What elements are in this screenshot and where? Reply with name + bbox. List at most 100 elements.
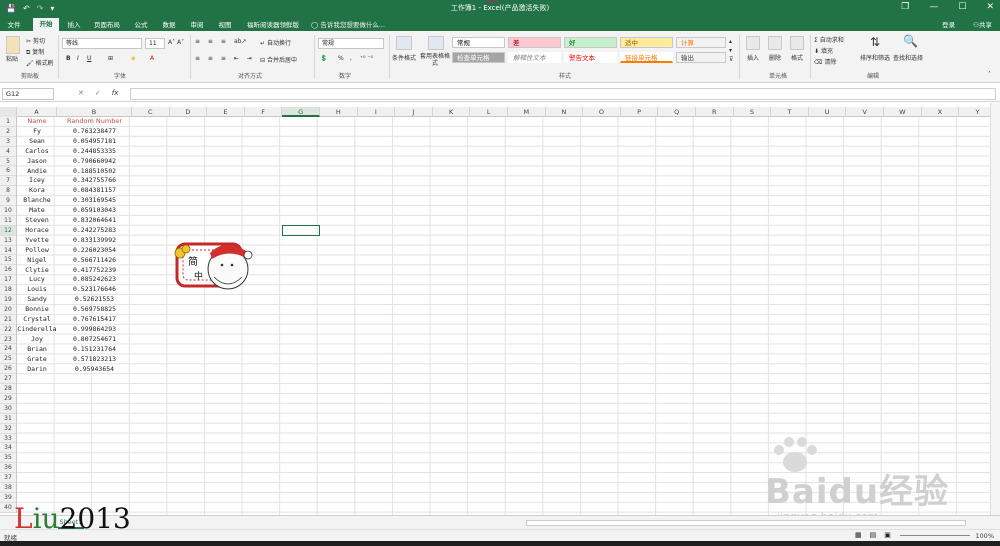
- ribbon-display-options-icon[interactable]: ❐: [901, 2, 909, 12]
- view-mode-icons[interactable]: ▦▤▣: [855, 531, 899, 539]
- cell-name[interactable]: Jason: [17, 157, 57, 167]
- row-header-20[interactable]: 20: [0, 305, 16, 315]
- cell-random-number[interactable]: 0.571823213: [57, 355, 132, 365]
- cell-name[interactable]: Steven: [17, 216, 57, 226]
- row-header-31[interactable]: 31: [0, 414, 16, 424]
- clear-button[interactable]: ⌫ 清除: [814, 57, 836, 66]
- row-header-22[interactable]: 22: [0, 325, 16, 335]
- cell-name[interactable]: Cinderella: [17, 325, 57, 335]
- format-cells-icon[interactable]: [790, 36, 804, 50]
- cell-name[interactable]: Brian: [17, 345, 57, 355]
- column-header-w[interactable]: W: [884, 107, 922, 117]
- maximize-button[interactable]: ☐: [958, 2, 966, 12]
- style-normal[interactable]: 常规: [452, 37, 505, 48]
- autosum-button[interactable]: Σ 自动求和: [814, 35, 844, 44]
- close-button[interactable]: ✕: [986, 2, 994, 12]
- style-output[interactable]: 输出: [676, 52, 726, 63]
- style-bad[interactable]: 差: [508, 37, 561, 48]
- cell-random-number[interactable]: 0.999864293: [57, 325, 132, 335]
- cell-random-number[interactable]: 0.566711426: [57, 256, 132, 266]
- font-name-select[interactable]: 等线: [62, 38, 142, 49]
- cell-name[interactable]: Icey: [17, 176, 57, 186]
- style-calculation[interactable]: 计算: [676, 37, 726, 48]
- tab-review[interactable]: 审阅: [186, 19, 208, 31]
- row-header-8[interactable]: 8: [0, 186, 16, 197]
- select-all-corner[interactable]: [0, 107, 17, 117]
- cell-name[interactable]: Darin: [17, 365, 57, 375]
- merge-center-button[interactable]: ⊟ 合并后居中: [260, 55, 297, 64]
- font-grow-shrink-icon[interactable]: A˄ A˅: [168, 39, 184, 46]
- column-header-q[interactable]: Q: [658, 107, 696, 117]
- row-header-19[interactable]: 19: [0, 295, 16, 305]
- row-header-28[interactable]: 28: [0, 384, 16, 394]
- row-header-6[interactable]: 6: [0, 166, 16, 177]
- vertical-align-icons[interactable]: ≡ ≡ ≡: [195, 38, 229, 45]
- underline-button[interactable]: U: [87, 55, 91, 62]
- row-header-17[interactable]: 17: [0, 275, 16, 286]
- row-header-9[interactable]: 9: [0, 196, 16, 207]
- row-header-27[interactable]: 27: [0, 374, 16, 385]
- column-header-t[interactable]: T: [771, 107, 809, 117]
- column-header-a[interactable]: A: [17, 107, 57, 117]
- cell-name[interactable]: Clytie: [17, 266, 57, 276]
- paste-icon[interactable]: [6, 36, 20, 54]
- cell-random-number[interactable]: 0.342755766: [57, 176, 132, 186]
- italic-button[interactable]: I: [77, 55, 79, 62]
- tab-foxit-reader[interactable]: 福昕阅读器领鲜版: [242, 19, 304, 31]
- cell-name[interactable]: Grate: [17, 355, 57, 365]
- cell-random-number[interactable]: 0.833139992: [57, 236, 132, 246]
- row-header-26[interactable]: 26: [0, 364, 16, 375]
- cell-random-number[interactable]: 0.242275283: [57, 226, 132, 236]
- row-header-13[interactable]: 13: [0, 236, 16, 246]
- tab-data[interactable]: 数据: [158, 19, 180, 31]
- font-color-icon[interactable]: A: [150, 55, 154, 62]
- cell-random-number[interactable]: 0.059103043: [57, 206, 132, 216]
- style-check-cell[interactable]: 检查单元格: [452, 52, 505, 63]
- row-header-23[interactable]: 23: [0, 335, 16, 345]
- column-header-j[interactable]: J: [395, 107, 433, 117]
- row-header-29[interactable]: 29: [0, 394, 16, 404]
- insert-cells-icon[interactable]: [746, 36, 760, 50]
- column-header-o[interactable]: O: [583, 107, 621, 117]
- row-header-11[interactable]: 11: [0, 216, 16, 226]
- fill-color-icon[interactable]: ◈: [131, 55, 136, 62]
- style-good[interactable]: 好: [564, 37, 617, 48]
- cell-name[interactable]: Mate: [17, 206, 57, 216]
- cell-name[interactable]: Pollow: [17, 246, 57, 256]
- cell-random-number[interactable]: 0.807254671: [57, 335, 132, 345]
- currency-icon[interactable]: 💲: [320, 55, 327, 62]
- cell-random-number[interactable]: 0.763238477: [57, 127, 132, 137]
- cell-name[interactable]: Andie: [17, 167, 57, 177]
- tab-view[interactable]: 视图: [214, 19, 236, 31]
- column-header-y[interactable]: Y: [959, 107, 990, 117]
- formula-input[interactable]: [130, 88, 996, 100]
- cell-name[interactable]: Yvette: [17, 236, 57, 246]
- cell-random-number[interactable]: 0.085242623: [57, 275, 132, 285]
- row-header-24[interactable]: 24: [0, 344, 16, 355]
- row-header-18[interactable]: 18: [0, 285, 16, 296]
- horizontal-scrollbar[interactable]: [526, 520, 966, 526]
- cell-name[interactable]: Lucy: [17, 275, 57, 285]
- zoom-slider[interactable]: [900, 535, 970, 536]
- find-select-icon[interactable]: 🔍: [903, 34, 918, 48]
- cell-name[interactable]: Kora: [17, 186, 57, 196]
- cell-random-number[interactable]: 0.95943654: [57, 365, 132, 375]
- cell-name[interactable]: Crystal: [17, 315, 57, 325]
- decimal-icon[interactable]: ⁺⁰ ⁻⁰: [360, 55, 373, 62]
- column-header-u[interactable]: U: [809, 107, 847, 117]
- column-header-x[interactable]: X: [922, 107, 960, 117]
- cut-button[interactable]: ✂ 剪切: [26, 36, 45, 45]
- conditional-format-button[interactable]: 条件格式: [392, 53, 416, 62]
- row-header-38[interactable]: 38: [0, 483, 16, 493]
- column-header-k[interactable]: K: [433, 107, 471, 117]
- style-linked-cell[interactable]: 链接单元格: [620, 52, 673, 63]
- cell-random-number[interactable]: 0.151231764: [57, 345, 132, 355]
- row-header-4[interactable]: 4: [0, 147, 16, 157]
- column-header-h[interactable]: H: [320, 107, 358, 117]
- column-header-n[interactable]: N: [546, 107, 584, 117]
- column-header-f[interactable]: F: [245, 107, 283, 117]
- table-format-button[interactable]: 套用表格格式: [419, 53, 451, 67]
- cell-name[interactable]: Blanche: [17, 196, 57, 206]
- column-header-p[interactable]: P: [621, 107, 659, 117]
- table-format-icon[interactable]: [428, 36, 444, 50]
